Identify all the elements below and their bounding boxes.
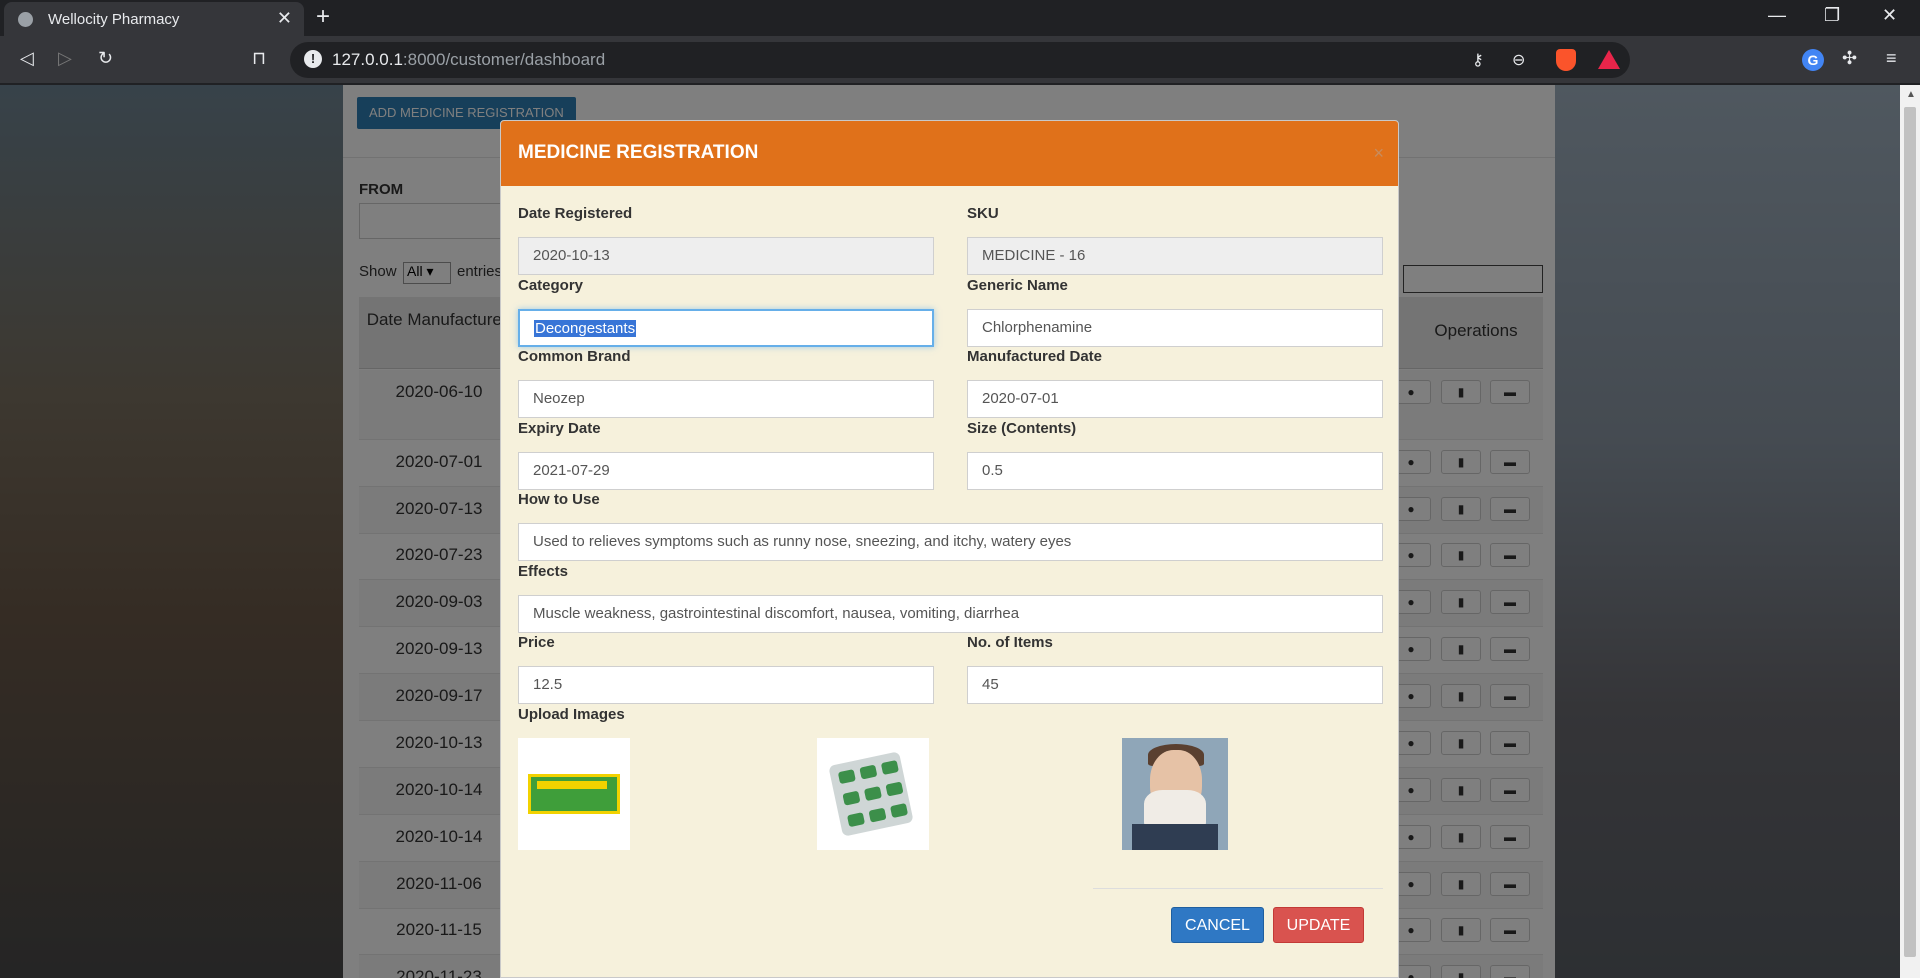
manufactured-date-field[interactable]: 2020-07-01 [967, 380, 1383, 418]
medicine-box-image[interactable] [518, 738, 630, 850]
generic-name-label: Generic Name [967, 277, 1068, 294]
sneezing-person-image[interactable] [1122, 738, 1228, 850]
medicine-registration-modal: MEDICINE REGISTRATION × Date Registered … [500, 120, 1399, 978]
zoom-out-icon[interactable]: ⊖ [1512, 50, 1525, 70]
browser-tab-bar: Wellocity Pharmacy ✕ + — ❐ ✕ [0, 0, 1920, 36]
category-value: Decongestants [534, 320, 637, 337]
modal-close-icon[interactable]: × [1373, 143, 1384, 164]
brave-rewards-icon[interactable] [1598, 50, 1620, 69]
category-label: Category [518, 277, 584, 294]
items-field[interactable]: 45 [967, 666, 1383, 704]
manufactured-date-label: Manufactured Date [967, 348, 1103, 365]
expiry-date-field[interactable]: 2021-07-29 [518, 452, 934, 490]
scrollbar-thumb[interactable] [1904, 107, 1916, 957]
site-info-icon[interactable]: ! [304, 50, 322, 68]
blister-graphic [828, 751, 914, 837]
how-to-use-label: How to Use [518, 491, 600, 508]
bookmark-icon[interactable]: ⊓ [252, 48, 266, 69]
browser-toolbar: ◁ ▷ ↻ ⊓ ! 127.0.0.1:8000/customer/dashbo… [0, 36, 1920, 84]
expiry-date-label: Expiry Date [518, 420, 601, 437]
items-label: No. of Items [967, 634, 1053, 651]
tab-title: Wellocity Pharmacy [48, 11, 180, 28]
minimize-icon[interactable]: — [1768, 5, 1786, 26]
page-viewport: ADD MEDICINE REGISTRATION FROM Show All … [0, 85, 1900, 978]
common-brand-label: Common Brand [518, 348, 631, 365]
reload-icon[interactable]: ↻ [98, 48, 113, 69]
person-graphic [1122, 738, 1228, 850]
extensions-icon[interactable]: ✣ [1842, 48, 1857, 69]
scroll-up-icon[interactable]: ▲ [1906, 89, 1916, 100]
date-registered-field[interactable]: 2020-10-13 [518, 237, 934, 275]
modal-header: MEDICINE REGISTRATION × [501, 121, 1398, 186]
update-button[interactable]: UPDATE [1273, 907, 1364, 943]
cancel-button[interactable]: CANCEL [1171, 907, 1264, 943]
grammarly-icon[interactable]: G [1802, 49, 1824, 71]
price-field[interactable]: 12.5 [518, 666, 934, 704]
modal-title: MEDICINE REGISTRATION [518, 142, 759, 163]
effects-field[interactable]: Muscle weakness, gastrointestinal discom… [518, 595, 1383, 633]
menu-icon[interactable]: ≡ [1886, 48, 1897, 69]
upload-images-label: Upload Images [518, 706, 625, 723]
date-registered-label: Date Registered [518, 205, 633, 222]
window-close-icon[interactable]: ✕ [1882, 5, 1897, 26]
category-field[interactable]: Decongestants [518, 309, 934, 347]
tab-close-icon[interactable]: ✕ [277, 8, 292, 29]
back-icon[interactable]: ◁ [20, 48, 34, 69]
modal-footer-divider [1093, 888, 1383, 889]
browser-tab[interactable]: Wellocity Pharmacy ✕ [4, 2, 304, 36]
medicine-pack-graphic [528, 774, 620, 814]
url-text: 127.0.0.1:8000/customer/dashboard [332, 50, 606, 69]
key-icon[interactable]: ⚷ [1472, 50, 1484, 70]
blister-pack-image[interactable] [817, 738, 929, 850]
restore-icon[interactable]: ❐ [1824, 5, 1840, 26]
size-label: Size (Contents) [967, 420, 1077, 437]
generic-name-field[interactable]: Chlorphenamine [967, 309, 1383, 347]
site-favicon-icon [18, 12, 33, 27]
size-field[interactable]: 0.5 [967, 452, 1383, 490]
how-to-use-field[interactable]: Used to relieves symptoms such as runny … [518, 523, 1383, 561]
forward-icon[interactable]: ▷ [58, 48, 72, 69]
address-bar[interactable]: ! 127.0.0.1:8000/customer/dashboard ⚷ ⊖ [290, 42, 1630, 78]
new-tab-icon[interactable]: + [316, 3, 330, 31]
sku-label: SKU [967, 205, 999, 222]
brave-shield-icon[interactable] [1556, 49, 1576, 71]
page-scrollbar[interactable]: ▲ [1900, 85, 1920, 978]
common-brand-field[interactable]: Neozep [518, 380, 934, 418]
effects-label: Effects [518, 563, 569, 580]
price-label: Price [518, 634, 555, 651]
sku-field[interactable]: MEDICINE - 16 [967, 237, 1383, 275]
